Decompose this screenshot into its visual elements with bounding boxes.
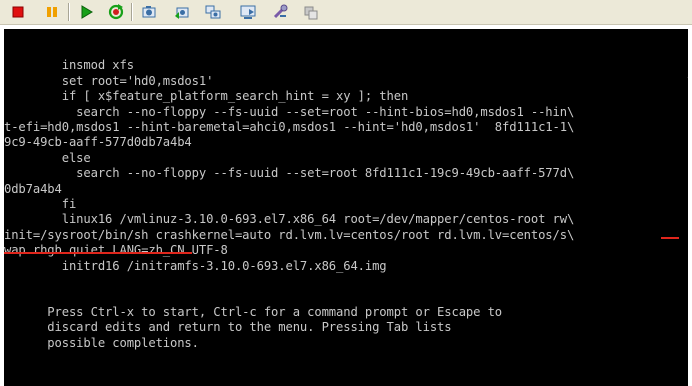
console-line: Press Ctrl-x to start, Ctrl-c for a comm… [4,304,503,319]
snapshot-icon [142,6,156,18]
annotation-underline-init [4,252,192,254]
console-line: possible completions. [4,335,199,350]
annotation-underline-rw [661,237,679,239]
reset-icon [108,4,124,20]
console-line: linux16 /vmlinuz-3.10.0-693.el7.x86_64 r… [4,212,575,227]
console-line: search --no-floppy --fs-uuid --set=root … [4,166,575,181]
scroll-up-indicator: ↑ [686,71,688,85]
vm-console-screen[interactable]: possible completions. discard edits and … [4,29,688,386]
console-line: set root='hd0,msdos1' [4,73,214,88]
console-line: t-efi=hd0,msdos1 --hint-baremetal=ahci0,… [4,120,575,134]
settings-icon [273,4,288,19]
console-line: if [ x$feature_platform_search_hint = xy… [4,89,409,104]
stop-icon [12,6,24,18]
console-line: insmod xfs [4,58,134,73]
stop-button[interactable] [8,2,28,22]
console-line: 9c9-49cb-aaff-577d0db7a4b4 [4,135,192,150]
toolbar-separator [131,3,132,21]
console-view-icon [240,5,256,19]
console-line: 0db7a4b4 [4,181,62,196]
reset-button[interactable] [106,2,126,22]
console-line: init=/sysroot/bin/sh crashkernel=auto rd… [4,227,575,242]
pause-button[interactable] [42,2,62,22]
vm-toolbar [0,0,692,25]
unity-icon [304,6,318,20]
revert-snapshot-icon [175,7,189,19]
unity-button[interactable] [301,2,321,22]
pause-icon [47,7,57,17]
console-line: search --no-floppy --fs-uuid --set=root … [4,104,575,119]
console-line: wap rhgb quiet LANG=zh_CN.UTF-8 [4,243,228,258]
snapshot-manager-icon [205,5,221,19]
snapshot-manager-button[interactable] [203,2,223,22]
play-button[interactable] [76,2,96,22]
console-line: else [4,150,91,165]
play-icon [81,5,93,19]
console-line: initrd16 /initramfs-3.10.0-693.el7.x86_6… [4,258,387,273]
console-line: discard edits and return to the menu. Pr… [4,320,452,335]
toolbar-separator [68,3,69,21]
console-view-button[interactable] [238,2,258,22]
console-line: fi [4,197,77,211]
revert-snapshot-button[interactable] [172,2,192,22]
settings-button[interactable] [270,2,290,22]
snapshot-button[interactable] [139,2,159,22]
